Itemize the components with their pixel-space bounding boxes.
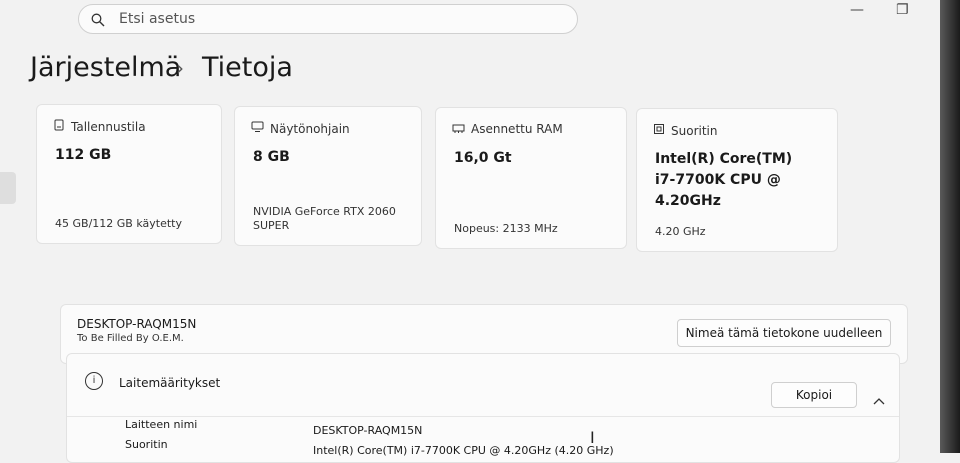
- gpu-title: Näytönohjain: [270, 121, 350, 136]
- storage-card[interactable]: Tallennustila 112 GB 45 GB/112 GB käytet…: [36, 104, 222, 244]
- page-title: Tietoja: [202, 52, 293, 83]
- divider: [67, 416, 899, 417]
- screen-bezel: [940, 0, 960, 453]
- processor-detail: 4.20 GHz: [655, 225, 706, 238]
- storage-detail: 45 GB/112 GB käytetty: [55, 217, 182, 230]
- gpu-card[interactable]: Näytönohjain 8 GB NVIDIA GeForce RTX 206…: [234, 106, 422, 246]
- device-specs-panel: i Laitemääritykset Kopioi Laitteen nimi …: [66, 353, 900, 463]
- gpu-detail: NVIDIA GeForce RTX 2060 SUPER: [253, 205, 396, 232]
- processor-title: Suoritin: [671, 123, 718, 138]
- ram-detail: Nopeus: 2133 MHz: [454, 222, 558, 235]
- processor-card[interactable]: Suoritin Intel(R) Core(TM) i7-7700K CPU …: [636, 108, 838, 252]
- spec-value-device-name: DESKTOP-RAQM15N: [313, 424, 423, 437]
- search-input[interactable]: Etsi asetus: [119, 11, 195, 27]
- text-cursor-icon: I: [590, 428, 595, 447]
- copy-button[interactable]: Kopioi: [771, 382, 857, 408]
- display-adapter-icon: [251, 121, 264, 136]
- chevron-right-icon: ›: [176, 56, 184, 80]
- rename-pc-button[interactable]: Nimeä tämä tietokone uudelleen: [677, 319, 891, 347]
- gpu-value: 8 GB: [253, 149, 290, 165]
- ram-card[interactable]: Asennettu RAM 16,0 Gt Nopeus: 2133 MHz: [435, 107, 627, 249]
- specs-title: Laitemääritykset: [119, 376, 221, 390]
- device-manufacturer: To Be Filled By O.E.M.: [77, 333, 184, 344]
- processor-value: Intel(R) Core(TM) i7-7700K CPU @ 4.20GHz: [655, 151, 793, 209]
- spec-label-processor: Suoritin: [125, 438, 168, 451]
- spec-value-processor: Intel(R) Core(TM) i7-7700K CPU @ 4.20GHz…: [313, 444, 614, 457]
- maximize-button[interactable]: ❐: [896, 2, 909, 18]
- processor-icon: [653, 123, 665, 138]
- search-icon: [91, 12, 105, 31]
- search-box[interactable]: Etsi asetus: [78, 4, 578, 34]
- breadcrumb: Järjestelmä › Tietoja: [30, 52, 293, 83]
- device-name: DESKTOP-RAQM15N: [77, 317, 197, 331]
- info-icon: i: [85, 372, 103, 390]
- breadcrumb-parent[interactable]: Järjestelmä: [30, 52, 181, 83]
- chevron-up-icon[interactable]: [873, 390, 885, 409]
- side-edge: [0, 172, 16, 204]
- storage-title: Tallennustila: [71, 119, 146, 134]
- storage-value: 112 GB: [55, 147, 112, 163]
- ram-title: Asennettu RAM: [471, 122, 563, 136]
- storage-icon: [53, 119, 65, 134]
- spec-label-device-name: Laitteen nimi: [125, 418, 198, 431]
- minimize-button[interactable]: —: [850, 2, 864, 18]
- ram-icon: [452, 122, 465, 136]
- ram-value: 16,0 Gt: [454, 150, 512, 166]
